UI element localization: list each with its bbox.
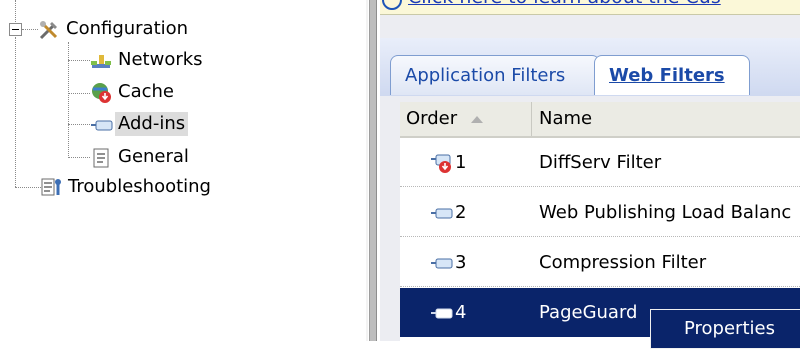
plugin-icon (430, 202, 454, 224)
column-header-label: Order (406, 108, 458, 129)
context-menu-item-properties[interactable]: Properties (684, 318, 775, 339)
info-banner: Click here to learn about the Cus (380, 0, 800, 15)
context-menu: Properties (650, 309, 800, 349)
filter-disabled-icon (430, 152, 454, 174)
row-name: Compression Filter (539, 252, 707, 273)
row-name: DiffServ Filter (539, 152, 662, 173)
learn-more-link[interactable]: Click here to learn about the Cus (408, 0, 721, 8)
navigation-tree: Configuration Networks Cache Add-ins Gen… (0, 0, 360, 341)
tab-strip: Application Filters Web Filters (380, 38, 800, 96)
row-order: 3 (455, 252, 467, 273)
tree-item-label: Troubleshooting (68, 176, 211, 197)
pane-divider-highlight (366, 0, 368, 341)
network-icon (90, 50, 111, 70)
row-order: 2 (455, 202, 467, 223)
plugin-icon (430, 252, 454, 274)
tools-icon (38, 19, 58, 40)
table-row[interactable]: 3 Compression Filter (400, 238, 800, 287)
addin-icon (90, 114, 113, 134)
tree-item-label: Cache (118, 81, 174, 102)
list-header: Order Name (400, 102, 800, 138)
details-pane: Click here to learn about the Cus Applic… (380, 0, 800, 341)
row-name: Web Publishing Load Balanc (539, 202, 792, 223)
sort-ascending-icon (471, 115, 484, 123)
row-order: 1 (455, 152, 467, 173)
tree-item-label: Configuration (66, 18, 189, 39)
table-row[interactable]: 1 DiffServ Filter (400, 138, 800, 187)
row-name: PageGuard (539, 302, 638, 323)
column-header-order[interactable]: Order (400, 102, 532, 136)
troubleshooting-icon (40, 177, 61, 197)
general-icon (90, 147, 110, 168)
table-row[interactable]: 2 Web Publishing Load Balanc (400, 188, 800, 237)
tab-web-filters[interactable]: Web Filters (594, 55, 750, 95)
row-order: 4 (455, 302, 467, 323)
collapse-expander[interactable] (9, 23, 22, 36)
plugin-icon (430, 302, 454, 324)
tree-item-label: General (118, 146, 189, 167)
cache-icon (90, 82, 111, 103)
tree-item-label: Networks (118, 49, 203, 70)
pane-splitter[interactable] (369, 0, 377, 341)
tab-application-filters[interactable]: Application Filters (390, 55, 600, 95)
column-header-name[interactable]: Name (533, 102, 592, 136)
tree-item-label: Add-ins (115, 112, 189, 136)
info-icon (382, 0, 402, 10)
